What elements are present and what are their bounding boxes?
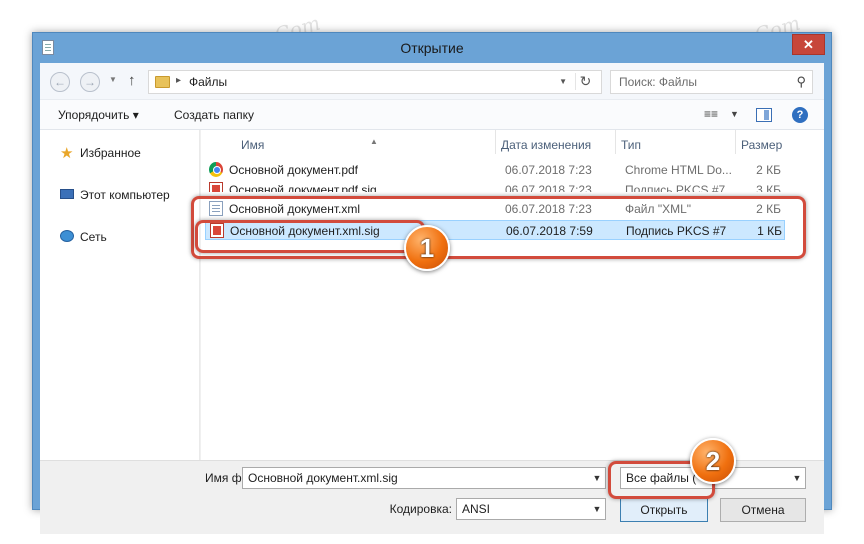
encoding-label: Кодировка: (389, 502, 452, 516)
title-bar[interactable]: Открытие ✕ (33, 33, 831, 63)
encoding-value: ANSI (462, 502, 491, 516)
file-date: 06.07.2018 7:23 (505, 163, 592, 177)
search-icon[interactable]: ⚲ (796, 74, 806, 90)
file-size: 3 КБ (756, 183, 781, 192)
window-title: Открытие (400, 40, 464, 56)
column-divider[interactable] (615, 130, 616, 154)
preview-pane-icon[interactable] (756, 108, 772, 122)
navigation-pane: ★ Избранное Этот компьютер Сеть (40, 130, 200, 460)
command-bar: Упорядочить ▾ Создать папку ≡≡ ▼ ? (40, 99, 824, 130)
breadcrumb-arrow-icon[interactable]: ▸ (176, 75, 181, 86)
step-badge-2: 2 (690, 438, 736, 484)
chevron-down-icon[interactable]: ▼ (559, 77, 567, 86)
chrome-file-icon (209, 162, 223, 177)
column-header-size[interactable]: Размер (741, 138, 782, 152)
sidebar-item-label: Избранное (80, 146, 141, 160)
column-header-date[interactable]: Дата изменения (501, 138, 591, 152)
chevron-down-icon[interactable]: ▼ (730, 109, 739, 119)
column-header-type[interactable]: Тип (621, 138, 641, 152)
cancel-button[interactable]: Отмена (720, 498, 806, 522)
sort-up-icon: ▲ (370, 137, 378, 146)
list-item[interactable]: Основной документ.pdf 06.07.2018 7:23 Ch… (205, 160, 785, 180)
help-icon[interactable]: ? (792, 107, 808, 123)
view-options-icon[interactable]: ≡≡ (704, 107, 718, 121)
new-folder-button[interactable]: Создать папку (174, 108, 254, 122)
file-type: Подпись PKCS #7 (625, 183, 726, 192)
up-arrow-icon[interactable]: ↑ (128, 72, 136, 89)
file-name: Основной документ.pdf.sig (229, 183, 377, 192)
organize-button[interactable]: Упорядочить ▾ (58, 108, 139, 122)
chevron-down-icon[interactable]: ▼ (589, 468, 605, 488)
forward-arrow-icon[interactable]: → (80, 72, 100, 92)
chevron-down-icon[interactable]: ▼ (589, 499, 605, 519)
file-list: Имя ▲ Дата изменения Тип Размер Основной… (201, 130, 824, 460)
column-divider[interactable] (735, 130, 736, 154)
dialog-body: ← → ▼ ↑ ▸ Файлы ▼ ↻ Поиск: Файлы ⚲ Упоря… (40, 63, 824, 534)
sidebar-item-label: Этот компьютер (80, 188, 170, 202)
sidebar-item-label: Сеть (80, 230, 107, 244)
file-name: Основной документ.pdf (229, 163, 359, 177)
search-placeholder: Поиск: Файлы (619, 75, 698, 89)
address-bar[interactable]: ▸ Файлы ▼ ↻ (148, 70, 602, 94)
highlight-box (195, 220, 425, 253)
chevron-down-icon[interactable]: ▼ (109, 75, 117, 84)
open-button[interactable]: Открыть (620, 498, 708, 522)
list-item[interactable]: Основной документ.pdf.sig 06.07.2018 7:2… (205, 180, 785, 192)
computer-icon (60, 189, 74, 199)
back-arrow-icon[interactable]: ← (50, 72, 70, 92)
file-type: Chrome HTML Do... (625, 163, 732, 177)
signature-file-icon (209, 182, 223, 192)
filename-input[interactable]: Основной документ.xml.sig ▼ (242, 467, 606, 489)
chevron-down-icon[interactable]: ▼ (789, 468, 805, 488)
folder-icon (155, 76, 170, 88)
navigation-bar: ← → ▼ ↑ ▸ Файлы ▼ ↻ Поиск: Файлы ⚲ (40, 63, 824, 99)
close-button[interactable]: ✕ (792, 34, 825, 55)
file-size: 2 КБ (756, 163, 781, 177)
refresh-icon[interactable]: ↻ (575, 73, 595, 90)
column-header-name[interactable]: Имя ▲ (241, 137, 378, 152)
breadcrumb[interactable]: Файлы (189, 75, 227, 89)
file-date: 06.07.2018 7:23 (505, 183, 592, 192)
network-icon (60, 230, 74, 242)
encoding-select[interactable]: ANSI ▼ (456, 498, 606, 520)
column-divider[interactable] (495, 130, 496, 154)
search-input[interactable]: Поиск: Файлы ⚲ (610, 70, 813, 94)
filename-value: Основной документ.xml.sig (248, 471, 398, 485)
star-icon: ★ (60, 145, 74, 162)
step-badge-1: 1 (404, 225, 450, 271)
column-header-label: Имя (241, 138, 265, 152)
